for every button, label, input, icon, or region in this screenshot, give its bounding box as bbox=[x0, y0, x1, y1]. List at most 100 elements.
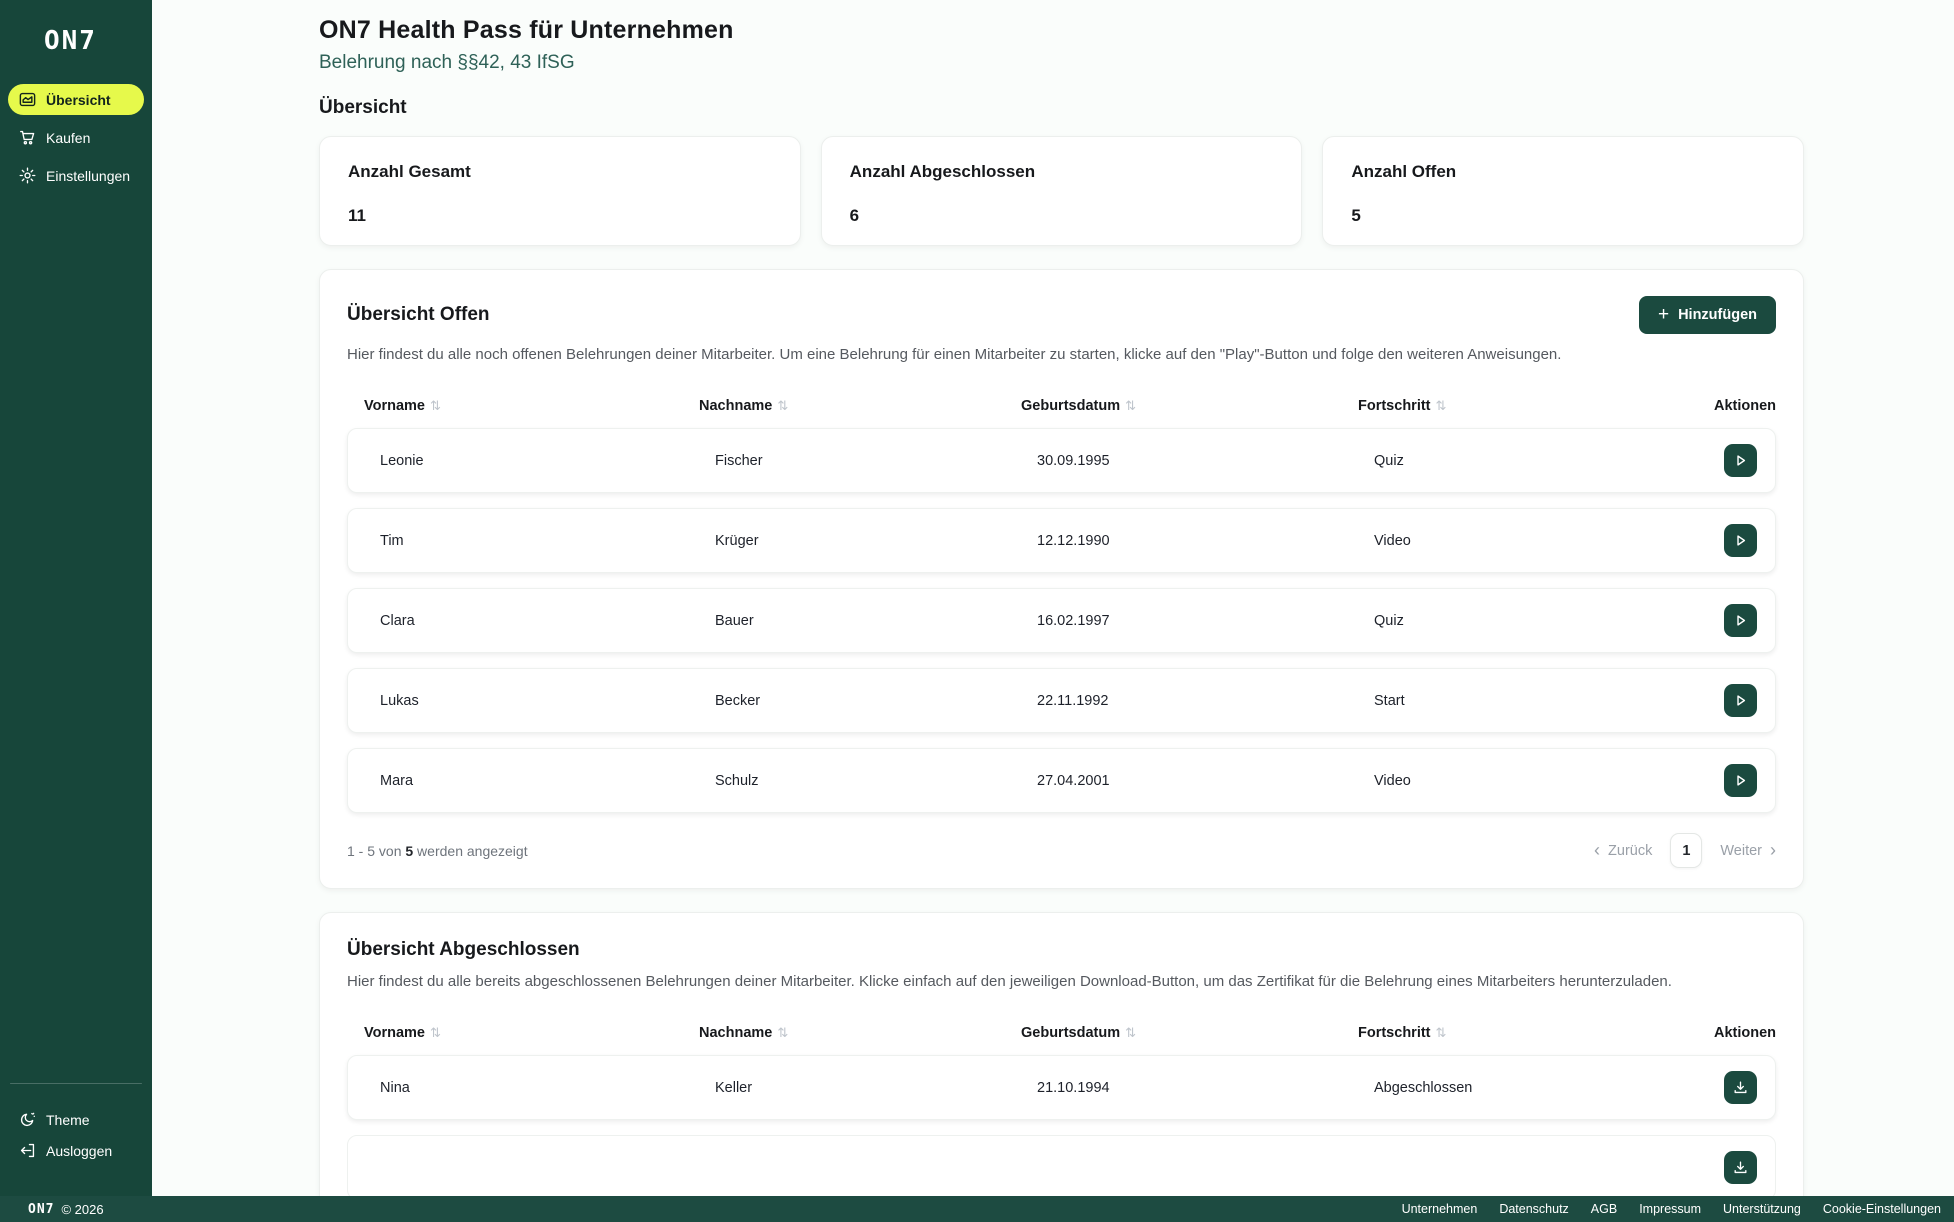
column-label: Aktionen bbox=[1714, 1025, 1776, 1041]
cell-geburtsdatum: 16.02.1997 bbox=[1037, 613, 1374, 629]
pagination-info: 1 - 5 von 5 werden angezeigt bbox=[347, 843, 528, 859]
pagination-info-suffix: werden angezeigt bbox=[413, 843, 527, 859]
sidebar-item-kaufen[interactable]: Kaufen bbox=[8, 122, 144, 153]
footer-link[interactable]: AGB bbox=[1591, 1202, 1617, 1216]
plus-icon: + bbox=[1658, 305, 1669, 324]
column-label: Nachname bbox=[699, 398, 772, 414]
next-button[interactable]: Weiter › bbox=[1720, 843, 1776, 859]
cell-fortschritt: Abgeschlossen bbox=[1374, 1080, 1707, 1096]
cell-actions bbox=[1707, 764, 1767, 797]
play-icon bbox=[1732, 612, 1749, 629]
download-icon bbox=[1732, 1159, 1749, 1176]
current-page-button[interactable]: 1 bbox=[1670, 833, 1702, 868]
footer-link[interactable]: Unterstützung bbox=[1723, 1202, 1801, 1216]
pagination-info-count: 5 bbox=[405, 843, 413, 859]
column-header-fortschritt[interactable]: Fortschritt ⇅ bbox=[1358, 398, 1716, 414]
column-header-geburtsdatum[interactable]: Geburtsdatum ⇅ bbox=[1021, 398, 1358, 414]
column-label: Geburtsdatum bbox=[1021, 1025, 1120, 1041]
cell-fortschritt: Quiz bbox=[1374, 453, 1707, 469]
card-description: Hier findest du alle bereits abgeschloss… bbox=[347, 973, 1776, 990]
sidebar-divider bbox=[10, 1083, 142, 1084]
theme-toggle[interactable]: Theme bbox=[8, 1104, 144, 1135]
cell-nachname: Krüger bbox=[715, 533, 1037, 549]
pagination-controls: ‹ Zurück 1 Weiter › bbox=[1594, 833, 1776, 868]
download-button[interactable] bbox=[1724, 1071, 1757, 1104]
table-header: Vorname ⇅ Nachname ⇅ Geburtsdatum ⇅ Fort… bbox=[347, 398, 1776, 414]
cell-nachname: Fischer bbox=[715, 453, 1037, 469]
table-row: Nina Keller 21.10.1994 Abgeschlossen bbox=[347, 1055, 1776, 1120]
cell-nachname: Becker bbox=[715, 693, 1037, 709]
table-row: Clara Bauer 16.02.1997 Quiz bbox=[347, 588, 1776, 653]
card-title: Übersicht Abgeschlossen bbox=[347, 939, 580, 961]
done-table-partial bbox=[347, 1135, 1776, 1196]
footer-link[interactable]: Impressum bbox=[1639, 1202, 1701, 1216]
logout-button[interactable]: Ausloggen bbox=[8, 1135, 144, 1166]
sidebar-item-uebersicht[interactable]: Übersicht bbox=[8, 84, 144, 115]
footer-link[interactable]: Cookie-Einstellungen bbox=[1823, 1202, 1941, 1216]
footer-link[interactable]: Unternehmen bbox=[1402, 1202, 1478, 1216]
column-header-nachname[interactable]: Nachname ⇅ bbox=[699, 1025, 1021, 1041]
footer-copyright: ON7 © 2026 bbox=[28, 1202, 104, 1217]
column-header-aktionen: Aktionen bbox=[1716, 1025, 1776, 1041]
cell-vorname: Leonie bbox=[380, 453, 715, 469]
sidebar-item-einstellungen[interactable]: Einstellungen bbox=[8, 160, 144, 191]
page-title: ON7 Health Pass für Unternehmen bbox=[319, 16, 1804, 45]
app-logo: ON7 bbox=[0, 0, 152, 56]
footer-link[interactable]: Datenschutz bbox=[1499, 1202, 1568, 1216]
gear-icon bbox=[18, 166, 37, 185]
table-row: Tim Krüger 12.12.1990 Video bbox=[347, 508, 1776, 573]
stat-label: Anzahl Offen bbox=[1351, 162, 1775, 182]
chart-icon bbox=[18, 90, 37, 109]
logout-icon bbox=[18, 1141, 37, 1160]
card-title: Übersicht Offen bbox=[347, 304, 490, 326]
main-content: ON7 Health Pass für Unternehmen Belehrun… bbox=[152, 0, 1954, 1196]
cell-geburtsdatum: 21.10.1994 bbox=[1037, 1080, 1374, 1096]
play-button[interactable] bbox=[1724, 444, 1757, 477]
cell-vorname: Clara bbox=[380, 613, 715, 629]
cell-fortschritt: Quiz bbox=[1374, 613, 1707, 629]
sidebar-item-label: Einstellungen bbox=[46, 168, 130, 184]
sort-icon: ⇅ bbox=[1125, 1025, 1136, 1041]
play-button[interactable] bbox=[1724, 684, 1757, 717]
cart-icon bbox=[18, 128, 37, 147]
column-label: Geburtsdatum bbox=[1021, 398, 1120, 414]
footer-copyright-text: © 2026 bbox=[61, 1202, 103, 1217]
cell-geburtsdatum: 22.11.1992 bbox=[1037, 693, 1374, 709]
pagination-info-prefix: 1 - 5 von bbox=[347, 843, 405, 859]
theme-icon bbox=[18, 1110, 37, 1129]
table-row-partial bbox=[347, 1135, 1776, 1196]
pagination: 1 - 5 von 5 werden angezeigt ‹ Zurück 1 … bbox=[347, 833, 1776, 868]
column-header-vorname[interactable]: Vorname ⇅ bbox=[364, 398, 699, 414]
play-button[interactable] bbox=[1724, 524, 1757, 557]
play-button[interactable] bbox=[1724, 764, 1757, 797]
page-subtitle: Belehrung nach §§42, 43 IfSG bbox=[319, 52, 1804, 74]
cell-geburtsdatum: 27.04.2001 bbox=[1037, 773, 1374, 789]
prev-button[interactable]: ‹ Zurück bbox=[1594, 843, 1652, 859]
column-header-vorname[interactable]: Vorname ⇅ bbox=[364, 1025, 699, 1041]
stat-card: Anzahl Offen 5 bbox=[1322, 136, 1804, 246]
stat-label: Anzahl Abgeschlossen bbox=[850, 162, 1274, 182]
stat-value: 6 bbox=[850, 206, 1274, 226]
cell-fortschritt: Video bbox=[1374, 773, 1707, 789]
column-label: Vorname bbox=[364, 398, 425, 414]
footer-logo: ON7 bbox=[28, 1202, 54, 1217]
play-button[interactable] bbox=[1724, 604, 1757, 637]
add-button[interactable]: + Hinzufügen bbox=[1639, 296, 1776, 334]
column-header-nachname[interactable]: Nachname ⇅ bbox=[699, 398, 1021, 414]
play-icon bbox=[1732, 772, 1749, 789]
stat-card: Anzahl Abgeschlossen 6 bbox=[821, 136, 1303, 246]
column-header-fortschritt[interactable]: Fortschritt ⇅ bbox=[1358, 1025, 1716, 1041]
download-button[interactable] bbox=[1724, 1151, 1757, 1184]
sidebar-bottom: Theme Ausloggen bbox=[0, 1083, 152, 1196]
column-header-geburtsdatum[interactable]: Geburtsdatum ⇅ bbox=[1021, 1025, 1358, 1041]
cell-fortschritt: Start bbox=[1374, 693, 1707, 709]
stat-label: Anzahl Gesamt bbox=[348, 162, 772, 182]
card-header: Übersicht Abgeschlossen bbox=[347, 939, 1776, 961]
sort-icon: ⇅ bbox=[430, 398, 441, 414]
cell-nachname: Bauer bbox=[715, 613, 1037, 629]
sidebar: ON7 Übersicht bbox=[0, 0, 152, 1196]
play-icon bbox=[1732, 452, 1749, 469]
card-header: Übersicht Offen + Hinzufügen bbox=[347, 296, 1776, 334]
sort-icon: ⇅ bbox=[1436, 398, 1447, 414]
column-label: Aktionen bbox=[1714, 398, 1776, 414]
